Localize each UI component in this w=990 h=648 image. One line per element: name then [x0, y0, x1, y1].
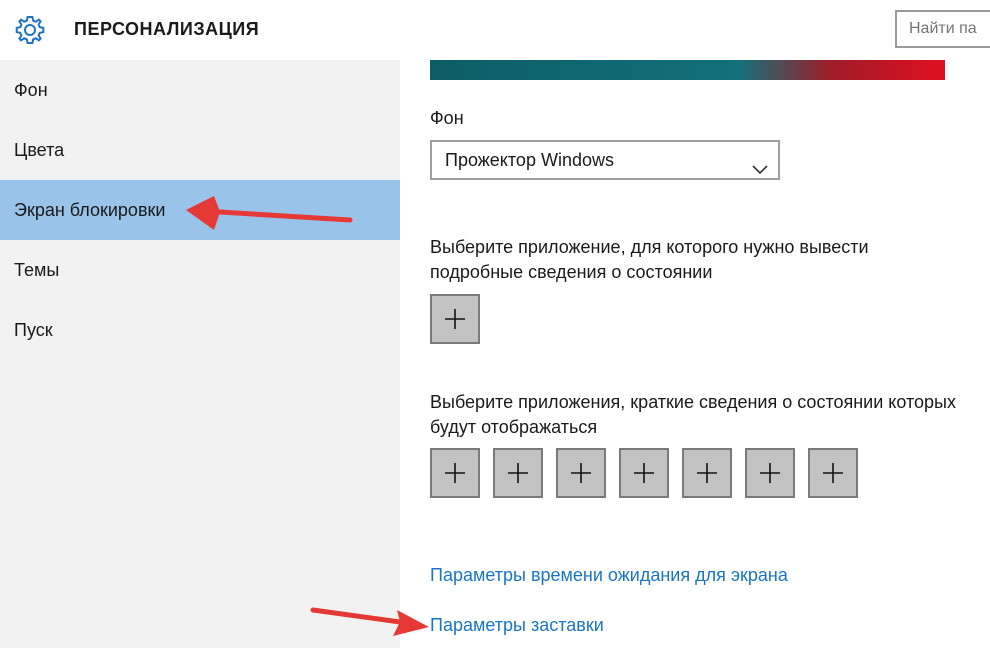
page-title: ПЕРСОНАЛИЗАЦИЯ: [74, 19, 260, 39]
sidebar-item-colors[interactable]: Цвета: [0, 120, 400, 180]
sidebar-item-label: Темы: [14, 260, 60, 280]
sidebar-item-label: Экран блокировки: [14, 200, 166, 220]
sidebar-item-start[interactable]: Пуск: [0, 300, 400, 360]
dropdown-value: Прожектор Windows: [445, 150, 614, 170]
sidebar-item-lock-screen[interactable]: Экран блокировки: [0, 180, 400, 240]
screen-timeout-settings-link[interactable]: Параметры времени ожидания для экрана: [430, 565, 788, 586]
quick-status-add-button-2[interactable]: [493, 448, 543, 498]
plus-icon: [445, 309, 465, 329]
background-label: Фон: [430, 108, 464, 128]
detailed-status-label: Выберите приложение, для которого нужно …: [430, 237, 869, 282]
plus-icon: [445, 463, 465, 483]
sidebar-item-label: Цвета: [14, 140, 65, 160]
gear-icon[interactable]: [14, 14, 46, 46]
quick-status-label: Выберите приложения, краткие сведения о …: [430, 392, 956, 437]
plus-icon: [760, 463, 780, 483]
quick-status-add-button-5[interactable]: [682, 448, 732, 498]
sidebar: Фон Цвета Экран блокировки Темы Пуск: [0, 60, 400, 648]
quick-status-add-button-7[interactable]: [808, 448, 858, 498]
chevron-down-icon: [752, 153, 768, 175]
plus-icon: [823, 463, 843, 483]
quick-status-add-button-6[interactable]: [745, 448, 795, 498]
plus-icon: [571, 463, 591, 483]
sidebar-item-background[interactable]: Фон: [0, 60, 400, 120]
plus-icon: [697, 463, 717, 483]
sidebar-item-label: Фон: [14, 80, 48, 100]
background-dropdown[interactable]: Прожектор Windows: [430, 140, 780, 180]
lock-screen-preview: [430, 60, 945, 80]
screensaver-settings-link[interactable]: Параметры заставки: [430, 615, 604, 636]
search-box[interactable]: [895, 10, 990, 48]
title-bar: ПЕРСОНАЛИЗАЦИЯ: [0, 0, 990, 60]
search-input[interactable]: [897, 12, 990, 46]
detailed-status-add-button[interactable]: [430, 294, 480, 344]
plus-icon: [634, 463, 654, 483]
quick-status-add-button-1[interactable]: [430, 448, 480, 498]
quick-status-add-button-3[interactable]: [556, 448, 606, 498]
sidebar-item-themes[interactable]: Темы: [0, 240, 400, 300]
main-content: Фон Прожектор Windows Выберите приложени…: [400, 60, 990, 648]
plus-icon: [508, 463, 528, 483]
sidebar-item-label: Пуск: [14, 320, 53, 340]
quick-status-add-button-4[interactable]: [619, 448, 669, 498]
